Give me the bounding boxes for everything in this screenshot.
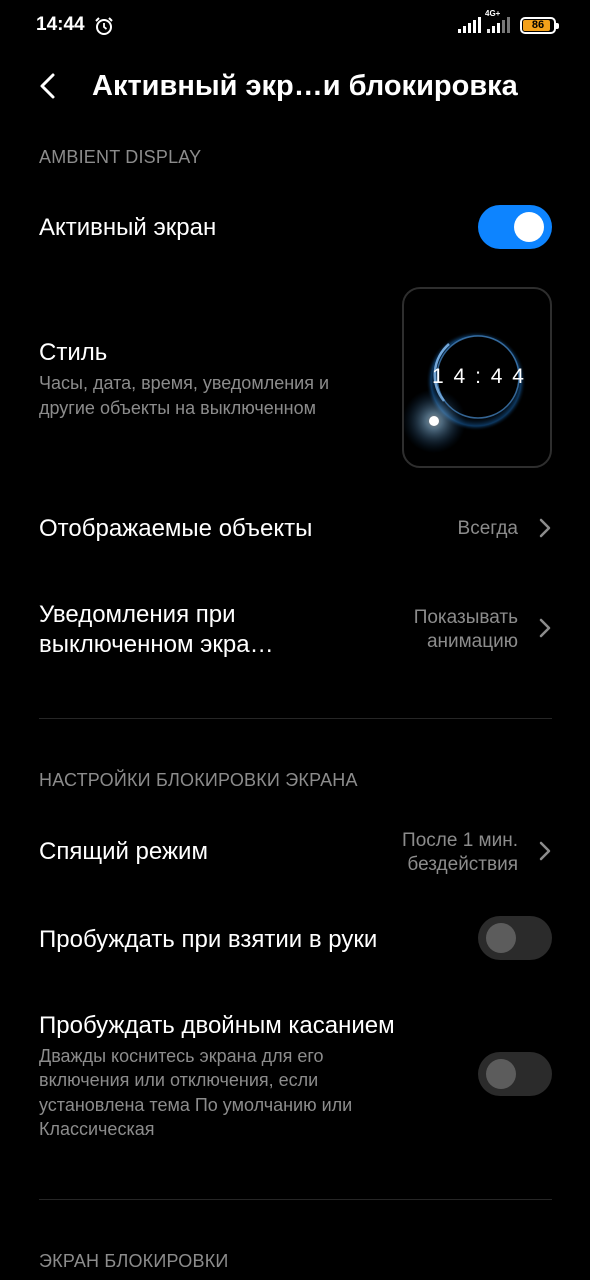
back-arrow-icon[interactable]	[32, 70, 64, 102]
signal-icon	[458, 17, 481, 33]
wake-double-tap-description-3: установлена тема По умолчанию или	[39, 1095, 353, 1115]
status-bar: 14:44 4G+ 86	[0, 0, 590, 52]
chevron-right-icon	[539, 841, 551, 861]
wake-on-pickup-toggle[interactable]	[478, 916, 552, 960]
notifications-value-1: Показывать	[413, 607, 518, 628]
section-lock-settings: НАСТРОЙКИ БЛОКИРОВКИ ЭКРАНА	[39, 770, 358, 790]
style-preview-thumbnail[interactable]: 1 4 : 4 4	[402, 287, 552, 468]
wake-on-pickup-label: Пробуждать при взятии в руки	[39, 926, 378, 953]
style-label: Стиль	[39, 339, 108, 366]
wake-double-tap-description-1: Дважды коснитесь экрана для его	[39, 1046, 324, 1066]
chevron-right-icon	[539, 618, 551, 638]
displayed-objects-value: Всегда	[457, 518, 518, 539]
sleep-value-1: После 1 мин.	[402, 830, 518, 851]
section-divider	[39, 1199, 552, 1200]
active-screen-label: Активный экран	[39, 214, 217, 241]
section-divider	[39, 718, 552, 719]
section-ambient-display: AMBIENT DISPLAY	[39, 147, 202, 167]
status-time: 14:44	[36, 14, 85, 35]
network-type-label: 4G+	[485, 9, 501, 18]
wake-double-tap-label: Пробуждать двойным касанием	[39, 1012, 395, 1039]
page-title: Активный экр…и блокировка	[92, 70, 518, 102]
alarm-clock-icon	[95, 17, 113, 35]
chevron-right-icon	[539, 518, 551, 538]
sleep-value-2: бездействия	[407, 854, 518, 875]
wake-double-tap-toggle[interactable]	[478, 1052, 552, 1096]
app-header: Активный экр…и блокировка	[0, 52, 590, 122]
battery-level: 86	[531, 19, 545, 31]
battery-icon: 86	[520, 16, 559, 34]
active-screen-toggle[interactable]	[478, 205, 552, 249]
style-description-1: Часы, дата, время, уведомления и	[39, 373, 330, 393]
sleep-label: Спящий режим	[39, 838, 208, 865]
displayed-objects-label: Отображаемые объекты	[39, 515, 313, 542]
notifications-value-2: анимацию	[426, 631, 518, 652]
preview-clock-text: 1 4 : 4 4	[432, 365, 526, 388]
status-icons: 4G+ 86	[458, 9, 559, 36]
notifications-label-1: Уведомления при	[39, 601, 236, 628]
notifications-label-2: выключенном экра…	[39, 631, 274, 658]
wake-double-tap-description-2: включения или отключения, если	[39, 1070, 319, 1090]
section-lock-screen: ЭКРАН БЛОКИРОВКИ	[39, 1251, 229, 1271]
style-description-2: другие объекты на выключенном	[39, 398, 316, 418]
wake-double-tap-description-4: Классическая	[39, 1119, 155, 1139]
signal-4g-icon: 4G+	[485, 9, 510, 33]
